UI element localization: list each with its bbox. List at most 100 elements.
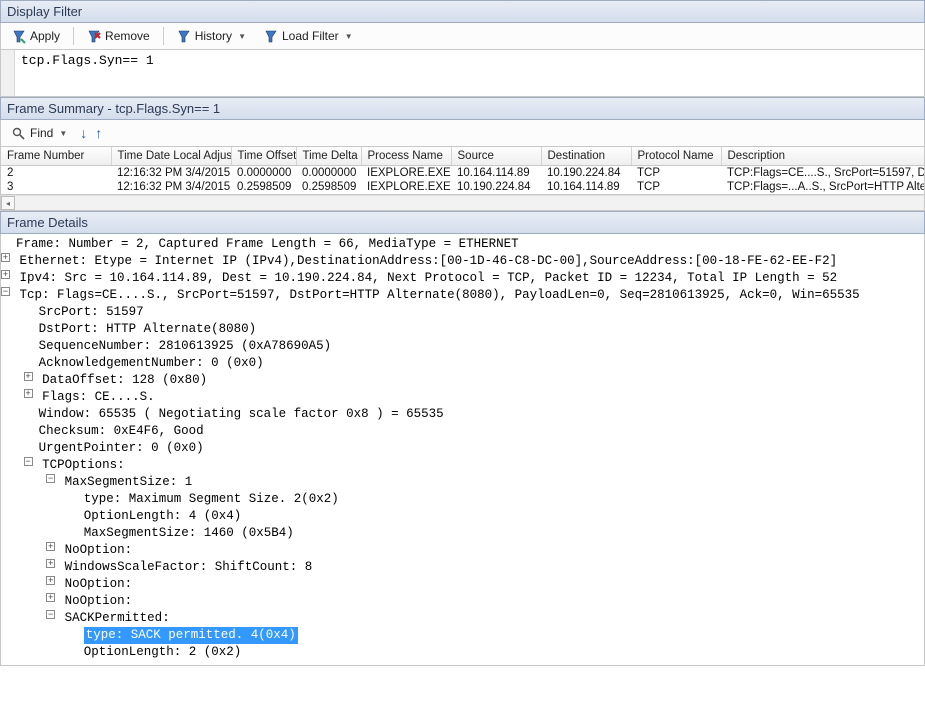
load-filter-button[interactable]: Load Filter ▼ <box>257 26 360 46</box>
leaf-marker <box>24 304 39 321</box>
tree-indent <box>1 644 69 661</box>
tree-indent <box>1 474 46 491</box>
column-header[interactable]: Protocol Name <box>631 147 721 166</box>
tree-row[interactable]: DstPort: HTTP Alternate(8080) <box>1 321 924 338</box>
tree-row[interactable]: − SACKPermitted: <box>1 610 924 627</box>
expand-icon[interactable]: + <box>46 576 55 585</box>
table-cell: 10.164.114.89 <box>451 166 541 181</box>
display-filter-toolbar: Apply Remove History ▼ Load Filter ▼ <box>0 23 925 50</box>
tree-indent <box>1 508 69 525</box>
table-cell: 10.164.114.89 <box>541 180 631 194</box>
tree-row[interactable]: + Flags: CE....S. <box>1 389 924 406</box>
tree-row[interactable]: AcknowledgementNumber: 0 (0x0) <box>1 355 924 372</box>
tree-row[interactable]: SequenceNumber: 2810613925 (0xA78690A5) <box>1 338 924 355</box>
filter-expression-input[interactable]: tcp.Flags.Syn== 1 <box>15 50 924 96</box>
tree-node-label: Flags: CE....S. <box>42 389 155 406</box>
tree-row[interactable]: + DataOffset: 128 (0x80) <box>1 372 924 389</box>
tree-node-label: NoOption: <box>65 593 133 610</box>
tree-node-label: type: SACK permitted. 4(0x4) <box>84 627 298 644</box>
tree-row[interactable]: + NoOption: <box>1 576 924 593</box>
tree-indent <box>1 389 24 406</box>
table-cell: 10.190.224.84 <box>451 180 541 194</box>
tree-row[interactable]: − Tcp: Flags=CE....S., SrcPort=51597, Ds… <box>1 287 924 304</box>
column-header[interactable]: Frame Number <box>1 147 111 166</box>
expand-icon[interactable]: + <box>46 559 55 568</box>
table-cell: 0.0000000 <box>231 166 296 181</box>
load-filter-icon <box>264 29 278 43</box>
history-icon <box>177 29 191 43</box>
tree-row[interactable]: − TCPOptions: <box>1 457 924 474</box>
tree-indent <box>1 525 69 542</box>
tree-node-label: UrgentPointer: 0 (0x0) <box>39 440 204 457</box>
tree-indent <box>1 576 46 593</box>
expand-icon[interactable]: + <box>24 372 33 381</box>
collapse-icon[interactable]: − <box>1 287 10 296</box>
tree-row[interactable]: MaxSegmentSize: 1460 (0x5B4) <box>1 525 924 542</box>
expand-icon[interactable]: + <box>1 253 10 262</box>
remove-button[interactable]: Remove <box>80 26 157 46</box>
tree-row[interactable]: OptionLength: 4 (0x4) <box>1 508 924 525</box>
column-header[interactable]: Time Date Local Adjusted <box>111 147 231 166</box>
column-header[interactable]: Destination <box>541 147 631 166</box>
apply-button[interactable]: Apply <box>5 26 67 46</box>
apply-label: Apply <box>30 29 60 43</box>
find-next-down-button[interactable]: ↓ <box>78 125 89 141</box>
tree-row[interactable]: + Ethernet: Etype = Internet IP (IPv4),D… <box>1 253 924 270</box>
column-header[interactable]: Time Delta <box>296 147 361 166</box>
history-button[interactable]: History ▼ <box>170 26 253 46</box>
tree-row[interactable]: OptionLength: 2 (0x2) <box>1 644 924 661</box>
leaf-marker <box>24 338 39 355</box>
tree-row[interactable]: UrgentPointer: 0 (0x0) <box>1 440 924 457</box>
find-button[interactable]: Find ▼ <box>5 123 74 143</box>
table-cell: IEXPLORE.EXE <box>361 180 451 194</box>
tree-row[interactable]: Frame: Number = 2, Captured Frame Length… <box>1 236 924 253</box>
tree-indent <box>1 423 24 440</box>
tree-node-label: SequenceNumber: 2810613925 (0xA78690A5) <box>39 338 332 355</box>
frame-summary-table-wrap: Frame NumberTime Date Local AdjustedTime… <box>0 147 925 195</box>
tree-row[interactable]: + WindowsScaleFactor: ShiftCount: 8 <box>1 559 924 576</box>
table-cell: TCP <box>631 180 721 194</box>
leaf-marker <box>24 321 39 338</box>
leaf-marker <box>69 508 84 525</box>
expand-icon[interactable]: + <box>46 542 55 551</box>
frame-summary-table[interactable]: Frame NumberTime Date Local AdjustedTime… <box>1 147 925 194</box>
tree-row[interactable]: Checksum: 0xE4F6, Good <box>1 423 924 440</box>
column-header[interactable]: Process Name <box>361 147 451 166</box>
expand-icon[interactable]: + <box>1 270 10 279</box>
table-row[interactable]: 312:16:32 PM 3/4/20150.25985090.2598509I… <box>1 180 925 194</box>
expand-icon[interactable]: + <box>24 389 33 398</box>
column-header[interactable]: Source <box>451 147 541 166</box>
tree-row[interactable]: + Ipv4: Src = 10.164.114.89, Dest = 10.1… <box>1 270 924 287</box>
tree-row[interactable]: − MaxSegmentSize: 1 <box>1 474 924 491</box>
leaf-marker <box>69 627 84 644</box>
collapse-icon[interactable]: − <box>46 474 55 483</box>
tree-indent <box>1 355 24 372</box>
leaf-marker <box>24 355 39 372</box>
find-next-up-button[interactable]: ↑ <box>93 125 104 141</box>
tree-row[interactable]: SrcPort: 51597 <box>1 304 924 321</box>
column-header[interactable]: Description <box>721 147 925 166</box>
tree-row[interactable]: type: Maximum Segment Size. 2(0x2) <box>1 491 924 508</box>
tree-indent <box>1 491 69 508</box>
table-row[interactable]: 212:16:32 PM 3/4/20150.00000000.0000000I… <box>1 166 925 181</box>
display-filter-header: Display Filter <box>0 0 925 23</box>
leaf-marker <box>1 236 16 253</box>
column-header[interactable]: Time Offset <box>231 147 296 166</box>
tree-row[interactable]: Window: 65535 ( Negotiating scale factor… <box>1 406 924 423</box>
horizontal-scrollbar[interactable]: ◂ <box>0 195 925 211</box>
chevron-down-icon: ▼ <box>59 129 67 138</box>
tree-node-label: DstPort: HTTP Alternate(8080) <box>39 321 257 338</box>
frame-details-tree[interactable]: Frame: Number = 2, Captured Frame Length… <box>0 234 925 666</box>
expand-icon[interactable]: + <box>46 593 55 602</box>
tree-indent <box>1 610 46 627</box>
tree-node-label: Frame: Number = 2, Captured Frame Length… <box>16 236 519 253</box>
collapse-icon[interactable]: − <box>24 457 33 466</box>
scroll-left-button[interactable]: ◂ <box>1 196 15 210</box>
tree-row[interactable]: + NoOption: <box>1 542 924 559</box>
table-cell: 2 <box>1 166 111 181</box>
leaf-marker <box>24 406 39 423</box>
history-label: History <box>195 29 232 43</box>
tree-row[interactable]: type: SACK permitted. 4(0x4) <box>1 627 924 644</box>
tree-row[interactable]: + NoOption: <box>1 593 924 610</box>
collapse-icon[interactable]: − <box>46 610 55 619</box>
